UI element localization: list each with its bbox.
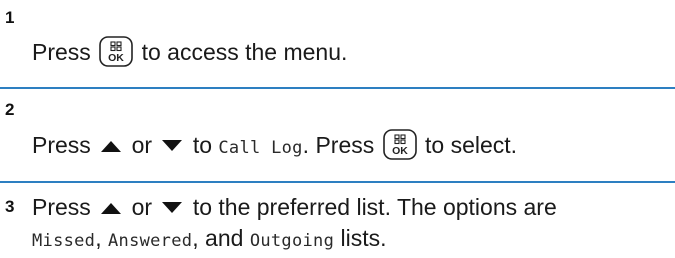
step-text: Press or to the preferred list. The opti… [32,192,557,222]
menu-option-call-log: Call Log [218,138,303,158]
divider [0,181,675,183]
menu-ok-key-icon: OK [382,129,417,160]
step-text-segment: to [192,132,212,158]
step-text: Press or to Call Log. Press OK to select… [32,129,517,163]
divider [0,87,675,89]
step-text-segment: or [131,132,153,158]
menu-option-outgoing: Outgoing [249,231,335,251]
up-arrow-icon [101,203,122,214]
step-text-segment: , and [192,225,250,251]
down-arrow-icon [162,140,183,151]
step-number: 1 [5,8,15,27]
step-text-segment: . Press [302,132,375,158]
up-arrow-icon [101,141,122,152]
step-text-segment: or [131,194,153,220]
step-text: Missed, Answered, and Outgoing lists. [32,223,387,256]
step-number: 2 [5,100,15,119]
step-text: Press OK to access the menu. [32,36,347,67]
step-text-segment: lists. [334,225,387,251]
step-number: 3 [5,197,15,216]
svg-text:OK: OK [392,145,408,157]
menu-ok-key-icon: OK [99,36,133,67]
step-text-segment: , [95,225,108,251]
menu-option-answered: Answered [108,231,193,251]
step-text-segment: to select. [425,132,518,158]
step-text-segment: to the preferred list. The options are [192,194,557,220]
step-text-segment: to access the menu. [141,39,348,65]
step-text-segment: Press [32,132,91,158]
svg-text:OK: OK [108,52,124,64]
menu-option-missed: Missed [32,231,96,251]
step-text-segment: Press [32,39,91,65]
step-text-segment: Press [32,194,91,220]
down-arrow-icon [162,202,183,213]
